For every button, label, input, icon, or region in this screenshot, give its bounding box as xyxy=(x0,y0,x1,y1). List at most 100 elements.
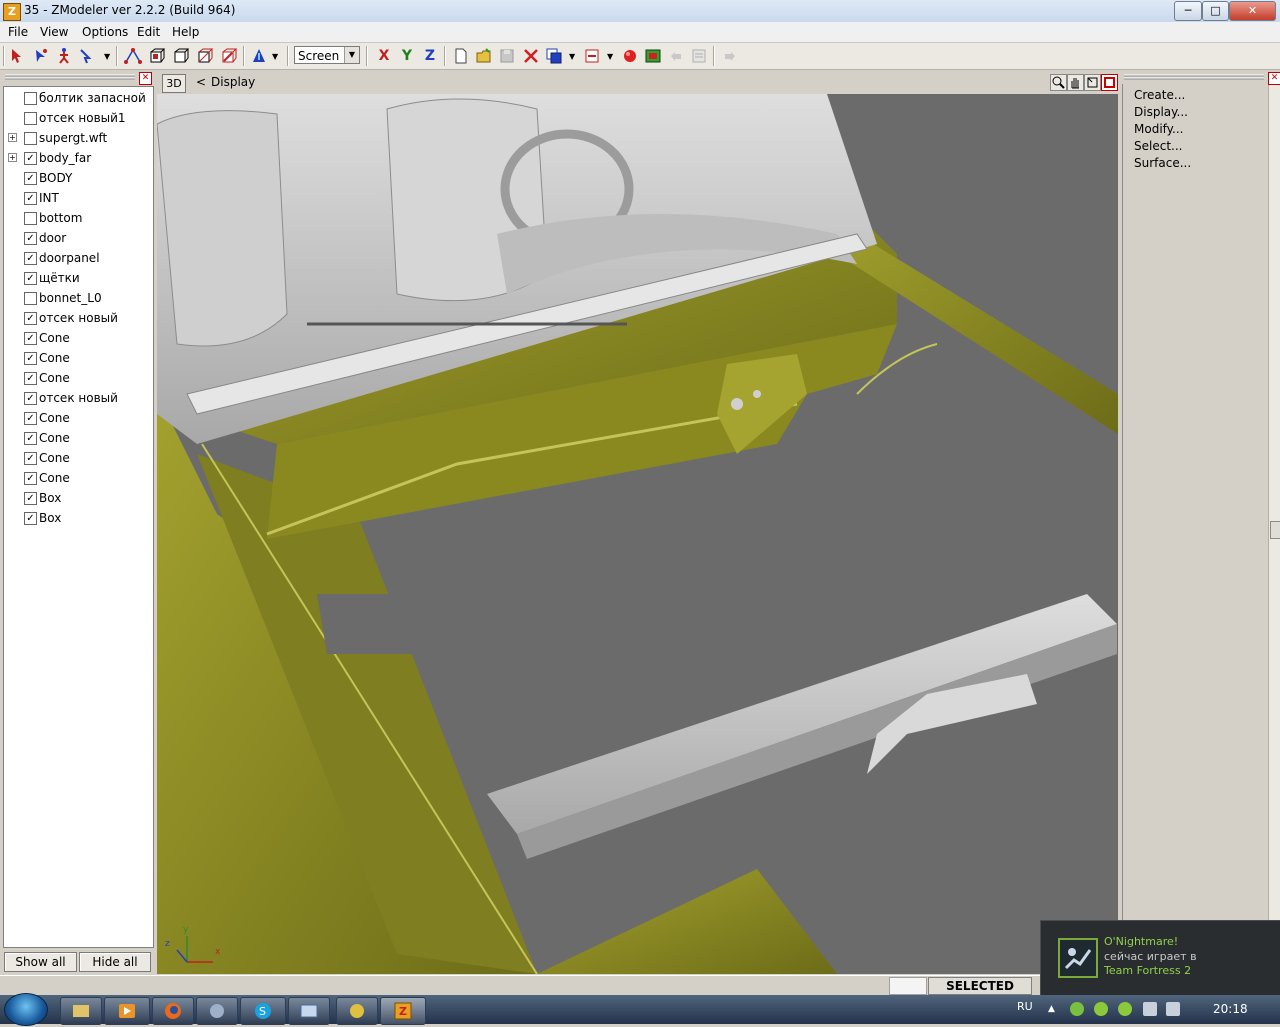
walk-figure-icon[interactable] xyxy=(55,47,73,65)
pan-hand-icon[interactable] xyxy=(1067,74,1084,91)
tree-item-checkbox[interactable]: ✓ xyxy=(24,312,37,325)
tree-item-checkbox[interactable]: ✓ xyxy=(24,492,37,505)
menu-options[interactable]: Options xyxy=(82,25,128,39)
tree-item[interactable]: ✓ Cone xyxy=(4,409,153,429)
tree-item[interactable]: ✓ Cone xyxy=(4,329,153,349)
maximize-viewport-icon[interactable] xyxy=(1084,74,1101,91)
tree-item[interactable]: ✓ отсек новый xyxy=(4,389,153,409)
tree-item-checkbox[interactable] xyxy=(24,132,37,145)
tree-item-checkbox[interactable]: ✓ xyxy=(24,232,37,245)
viewport-back-arrow[interactable]: < xyxy=(196,75,206,89)
open-folder-icon[interactable] xyxy=(475,47,493,65)
tree-close-icon[interactable]: ✕ xyxy=(139,72,152,85)
pointer-person-icon[interactable] xyxy=(78,47,96,65)
history-disabled-icon[interactable] xyxy=(690,47,708,65)
taskbar-firefox[interactable] xyxy=(152,997,194,1025)
menu-edit[interactable]: Edit xyxy=(137,25,160,39)
taskbar-zmodeler[interactable]: Z xyxy=(380,997,426,1025)
copy-icon[interactable] xyxy=(545,47,563,65)
tree-item-checkbox[interactable] xyxy=(24,212,37,225)
viewport-3d-badge[interactable]: 3D xyxy=(162,74,186,93)
tree-item[interactable]: ✓ Cone xyxy=(4,449,153,469)
taskbar-explorer[interactable] xyxy=(60,997,102,1025)
dropdown-arrow-icon[interactable]: ▼ xyxy=(104,52,110,61)
axis-x-button[interactable]: X xyxy=(375,47,393,65)
select-arrow-icon[interactable] xyxy=(9,47,27,65)
tree-expand-icon[interactable]: + xyxy=(8,153,17,162)
taskbar-skype[interactable]: S xyxy=(240,997,286,1025)
tree-item[interactable]: bonnet_L0 xyxy=(4,289,153,309)
zoom-icon[interactable] xyxy=(1050,74,1067,91)
tree-item[interactable]: ✓ Box xyxy=(4,509,153,529)
tree-item[interactable]: ✓ Box xyxy=(4,489,153,509)
tray-expand-icon[interactable]: ▲ xyxy=(1048,1004,1055,1014)
view-select[interactable]: Screen ▼ xyxy=(294,46,360,64)
tree-item[interactable]: ✓ door xyxy=(4,229,153,249)
tree-item-checkbox[interactable]: ✓ xyxy=(24,392,37,405)
commands-scrollbar[interactable] xyxy=(1268,85,1280,975)
tree-item[interactable]: bottom xyxy=(4,209,153,229)
tree-item[interactable]: ✓ Cone xyxy=(4,349,153,369)
paste-icon[interactable] xyxy=(583,47,601,65)
tree-item[interactable]: болтик запасной xyxy=(4,89,153,109)
tree-item[interactable]: + ✓ body_far xyxy=(4,149,153,169)
tree-item-checkbox[interactable]: ✓ xyxy=(24,192,37,205)
command-display[interactable]: Display... xyxy=(1134,105,1188,119)
tray-clock[interactable]: 20:18 xyxy=(1213,1002,1248,1016)
polygon-mode-icon[interactable] xyxy=(196,47,214,65)
dropdown-arrow-icon[interactable]: ▼ xyxy=(569,52,575,61)
new-file-icon[interactable] xyxy=(452,47,470,65)
network-icon[interactable] xyxy=(1143,1002,1157,1016)
tree-item[interactable]: ✓ Cone xyxy=(4,369,153,389)
taskbar-window[interactable] xyxy=(288,997,330,1025)
viewport-close-icon[interactable] xyxy=(1101,74,1118,91)
tree-item-checkbox[interactable] xyxy=(24,112,37,125)
minimize-button[interactable]: ─ xyxy=(1174,1,1202,21)
delete-icon[interactable] xyxy=(522,47,540,65)
menu-file[interactable]: File xyxy=(8,25,28,39)
app-icon[interactable]: Z xyxy=(3,3,21,21)
tree-item-checkbox[interactable]: ✓ xyxy=(24,372,37,385)
axis-y-button[interactable]: Y xyxy=(398,47,416,65)
tree-item[interactable]: ✓ Cone xyxy=(4,429,153,449)
start-button[interactable] xyxy=(4,993,48,1026)
tree-item-checkbox[interactable]: ✓ xyxy=(24,472,37,485)
tree-expand-icon[interactable]: + xyxy=(8,133,17,142)
scrollbar-thumb[interactable] xyxy=(1270,521,1280,539)
undo-disabled-icon[interactable] xyxy=(667,47,685,65)
pick-vertex-icon[interactable] xyxy=(32,47,50,65)
command-create[interactable]: Create... xyxy=(1134,88,1185,102)
tree-item-checkbox[interactable] xyxy=(24,292,37,305)
tree-item[interactable]: ✓ отсек новый xyxy=(4,309,153,329)
chevron-down-icon[interactable]: ▼ xyxy=(344,47,359,63)
snapshot-icon[interactable] xyxy=(644,47,662,65)
tree-item-checkbox[interactable]: ✓ xyxy=(24,172,37,185)
save-disabled-icon[interactable] xyxy=(498,47,516,65)
element-mode-icon[interactable] xyxy=(220,47,238,65)
tree-item[interactable]: + supergt.wft xyxy=(4,129,153,149)
redo-disabled-icon[interactable] xyxy=(721,47,739,65)
record-icon[interactable] xyxy=(621,47,639,65)
tree-item-checkbox[interactable]: ✓ xyxy=(24,332,37,345)
tree-item-checkbox[interactable]: ✓ xyxy=(24,432,37,445)
tree-item-checkbox[interactable]: ✓ xyxy=(24,272,37,285)
tree-item-checkbox[interactable]: ✓ xyxy=(24,512,37,525)
tree-item-checkbox[interactable]: ✓ xyxy=(24,252,37,265)
taskbar-media-player[interactable] xyxy=(104,997,150,1025)
dropdown-arrow-icon[interactable]: ▼ xyxy=(272,52,278,61)
scene-render[interactable]: z y x xyxy=(157,94,1118,974)
tree-item[interactable]: ✓ BODY xyxy=(4,169,153,189)
command-select[interactable]: Select... xyxy=(1134,139,1182,153)
face-mode-icon[interactable] xyxy=(148,47,166,65)
tree-item-checkbox[interactable]: ✓ xyxy=(24,452,37,465)
tree-item[interactable]: отсек новый1 xyxy=(4,109,153,129)
hide-all-button[interactable]: Hide all xyxy=(79,952,151,972)
close-button[interactable]: ✕ xyxy=(1229,1,1276,21)
viewport-3d[interactable]: z y x xyxy=(157,94,1118,974)
menu-help[interactable]: Help xyxy=(172,25,199,39)
tree-item[interactable]: ✓ INT xyxy=(4,189,153,209)
maximize-button[interactable]: □ xyxy=(1202,1,1229,21)
vertex-mode-icon[interactable] xyxy=(124,47,142,65)
dropdown-arrow-icon[interactable]: ▼ xyxy=(607,52,613,61)
show-all-button[interactable]: Show all xyxy=(4,952,77,972)
